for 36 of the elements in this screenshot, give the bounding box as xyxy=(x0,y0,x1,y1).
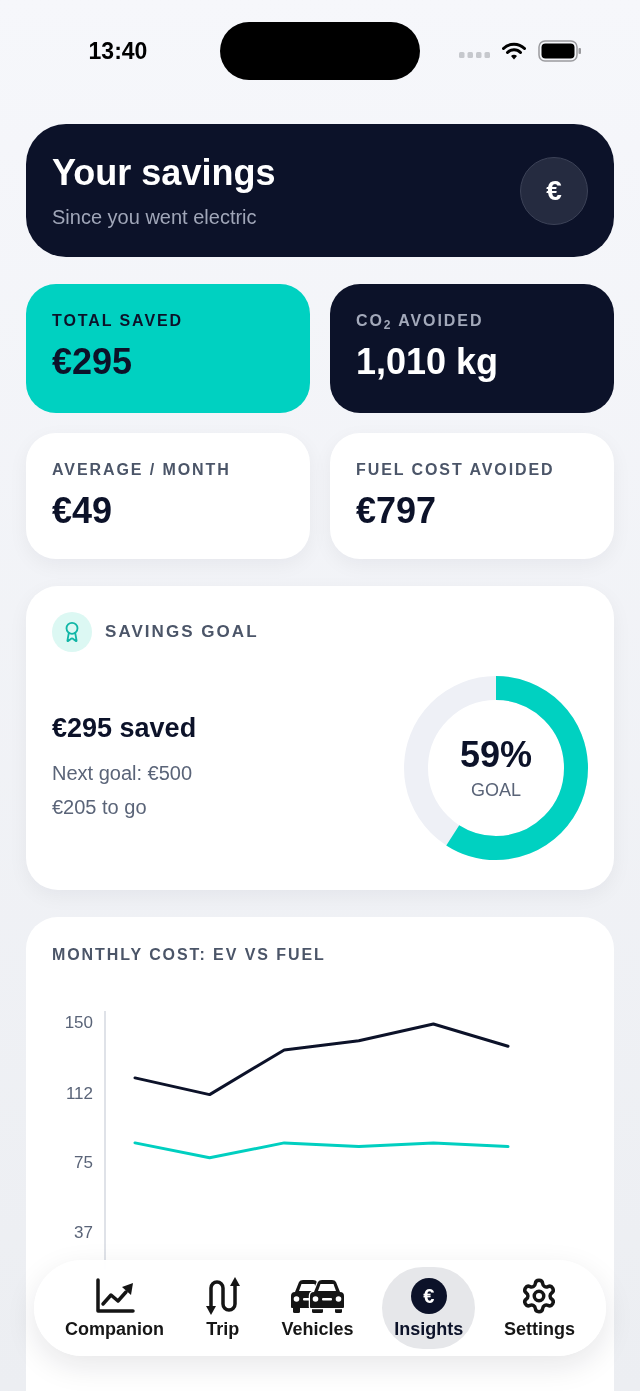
nav-tab[interactable]: € Insights xyxy=(382,1267,476,1349)
y-axis-label: 75 xyxy=(74,1152,93,1172)
route-arrows-icon xyxy=(204,1276,241,1316)
signal-icon xyxy=(459,52,490,58)
y-axis-label: 37 xyxy=(74,1223,93,1243)
goal-saved: €295 saved xyxy=(52,712,197,744)
nav-tab[interactable]: Trip xyxy=(192,1267,253,1349)
goal-title: SAVINGS GOAL xyxy=(105,621,259,644)
stat-label: TOTAL SAVED xyxy=(52,311,185,331)
two-cars-icon xyxy=(288,1278,347,1314)
goal-remaining: €205 to go xyxy=(52,795,148,820)
y-axis-label: 150 xyxy=(64,1013,93,1033)
header-subtitle: Since you went electric xyxy=(52,204,258,230)
header-title: Your savings xyxy=(52,151,276,194)
stat-label: CO$_{2}$ AVOIDED xyxy=(356,311,485,331)
goal-caption: GOAL xyxy=(471,779,521,801)
stat-value: €295 xyxy=(52,341,134,383)
battery-icon xyxy=(538,40,582,62)
currency-badge: € xyxy=(410,1278,447,1314)
wifi-icon xyxy=(502,42,526,60)
goal-next: Next goal: €500 xyxy=(52,761,194,786)
nav-tab[interactable]: Companion xyxy=(53,1267,176,1349)
ribbon-icon xyxy=(52,612,92,652)
y-axis-label: 112 xyxy=(65,1084,93,1104)
nav-tab[interactable]: Settings xyxy=(491,1267,587,1349)
stat-value: €797 xyxy=(356,490,438,532)
goal-percent: 59% xyxy=(459,735,533,775)
chart-title: MONTHLY COST: EV VS FUEL xyxy=(52,945,327,965)
trend-chart-icon xyxy=(94,1278,135,1314)
stat-value: €49 xyxy=(52,490,114,532)
status-time: 13:40 xyxy=(88,36,148,66)
stat-value: 1,010 kg xyxy=(356,341,500,383)
stat-label: FUEL COST AVOIDED xyxy=(356,460,556,480)
stat-label: AVERAGE / MONTH xyxy=(52,460,232,480)
currency-badge: € xyxy=(520,156,588,225)
nav-tab[interactable]: Vehicles xyxy=(269,1267,366,1349)
